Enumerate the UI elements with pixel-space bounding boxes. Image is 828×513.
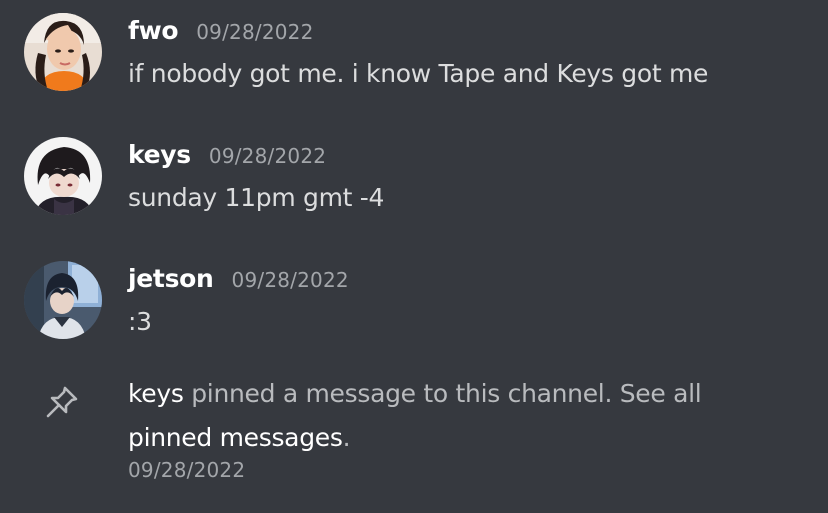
system-message-body: pinned a message to this channel. See al… [183, 379, 702, 408]
message-item: fwo 09/28/2022 if nobody got me. i know … [0, 0, 828, 110]
pinned-messages-link[interactable]: pinned messages [128, 423, 343, 452]
message-content: if nobody got me. i know Tape and Keys g… [128, 59, 709, 88]
system-message-text: keys pinned a message to this channel. S… [128, 372, 788, 460]
message-item: keys 09/28/2022 sunday 11pm gmt -4 [0, 124, 828, 234]
system-message-timestamp: 09/28/2022 [128, 458, 246, 482]
system-message-end: . [342, 423, 351, 452]
username[interactable]: jetson [128, 264, 214, 293]
username[interactable]: fwo [128, 16, 179, 45]
message-item: jetson 09/28/2022 :3 [0, 248, 828, 358]
message-timestamp: 09/28/2022 [196, 20, 314, 44]
message-content: sunday 11pm gmt -4 [128, 183, 385, 212]
avatar-image-icon [24, 137, 102, 215]
avatar-image-icon [24, 13, 102, 91]
avatar[interactable] [24, 137, 102, 215]
avatar-image-icon [24, 261, 102, 339]
message-timestamp: 09/28/2022 [231, 268, 349, 292]
system-actor-username[interactable]: keys [128, 379, 184, 408]
message-timestamp: 09/28/2022 [208, 144, 327, 168]
username[interactable]: keys [128, 140, 191, 169]
pin-icon [44, 384, 80, 420]
avatar[interactable] [24, 261, 102, 339]
avatar[interactable] [24, 13, 102, 91]
message-content: :3 [128, 307, 152, 336]
